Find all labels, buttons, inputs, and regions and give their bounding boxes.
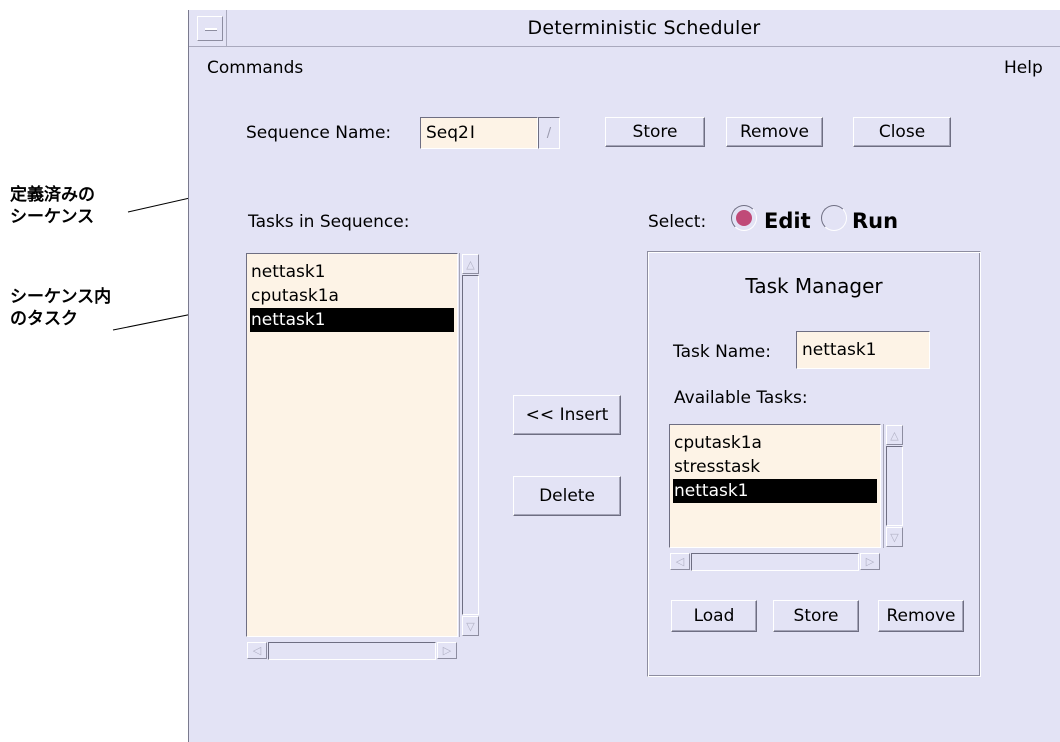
radio-run[interactable] [821, 205, 847, 231]
scroll-right-icon[interactable]: ▷ [860, 553, 880, 570]
scroll-up-icon[interactable]: △ [886, 425, 903, 445]
radio-edit-label[interactable]: Edit [764, 209, 811, 233]
available-tasks-vscrollbar[interactable]: △ ▽ [883, 424, 905, 548]
menu-commands[interactable]: Commands [207, 58, 303, 78]
sequence-dropdown-arrow[interactable]: / [538, 117, 560, 149]
task-manager-title: Task Manager [745, 274, 883, 298]
text-cursor: I [469, 123, 475, 143]
tasks-in-sequence-hscrollbar[interactable]: ◁ ▷ [246, 640, 458, 662]
available-tasks-hscrollbar[interactable]: ◁ ▷ [669, 551, 881, 573]
callout-line-2: シーケンス [10, 207, 95, 227]
available-tasks-label: Available Tasks: [674, 388, 808, 408]
window-title: Deterministic Scheduler [527, 17, 761, 39]
callout-line-1: 定義済みの [10, 185, 95, 205]
title-bar: Deterministic Scheduler [189, 10, 1060, 47]
task-name-label: Task Name: [673, 342, 771, 362]
list-item[interactable]: cputask1a [250, 284, 454, 308]
list-item[interactable]: stresstask [673, 455, 877, 479]
callout-tasks-in-sequence: シーケンス内 のタスク [10, 286, 111, 330]
tasks-in-sequence-vscrollbar[interactable]: △ ▽ [459, 253, 481, 637]
window-menu-button[interactable] [197, 16, 223, 41]
tasks-in-sequence-label: Tasks in Sequence: [248, 212, 410, 232]
scroll-down-icon[interactable]: ▽ [886, 527, 903, 547]
callout-line-1: シーケンス内 [10, 287, 112, 307]
tasks-in-sequence-list[interactable]: nettask1 cputask1a nettask1 [246, 253, 458, 637]
sequence-name-label: Sequence Name: [246, 123, 392, 143]
task-name-field[interactable]: nettask1 [796, 331, 930, 369]
task-remove-button[interactable]: Remove [878, 600, 964, 632]
scroll-left-icon[interactable]: ◁ [670, 553, 690, 570]
load-button[interactable]: Load [671, 600, 757, 632]
sequence-name-field[interactable]: Seq2 I [420, 117, 538, 149]
scheduler-window: Deterministic Scheduler Commands Help Se… [188, 10, 1060, 742]
available-tasks-list[interactable]: cputask1a stresstask nettask1 [669, 424, 881, 548]
list-item-selected[interactable]: nettask1 [673, 479, 877, 503]
task-name-value: nettask1 [802, 340, 877, 360]
callout-line-2: のタスク [10, 309, 78, 329]
insert-button[interactable]: << Insert [513, 395, 621, 435]
callout-predefined-sequence: 定義済みの シーケンス [10, 184, 95, 228]
sequence-name-value: Seq2 [426, 123, 469, 143]
list-item[interactable]: cputask1a [673, 431, 877, 455]
scroll-up-icon[interactable]: △ [462, 254, 479, 274]
delete-button[interactable]: Delete [513, 476, 621, 516]
list-item-selected[interactable]: nettask1 [250, 308, 454, 332]
radio-run-label[interactable]: Run [852, 209, 898, 233]
scroll-left-icon[interactable]: ◁ [247, 642, 267, 659]
radio-edit[interactable] [731, 205, 757, 231]
task-store-button[interactable]: Store [773, 600, 859, 632]
scroll-down-icon[interactable]: ▽ [462, 616, 479, 636]
menu-help[interactable]: Help [1004, 58, 1043, 78]
select-label: Select: [648, 212, 707, 232]
menu-bar: Commands Help [189, 47, 1060, 87]
sequence-remove-button[interactable]: Remove [726, 117, 823, 147]
scroll-right-icon[interactable]: ▷ [437, 642, 457, 659]
sequence-store-button[interactable]: Store [605, 117, 705, 147]
list-item[interactable]: nettask1 [250, 260, 454, 284]
close-button[interactable]: Close [853, 117, 951, 147]
